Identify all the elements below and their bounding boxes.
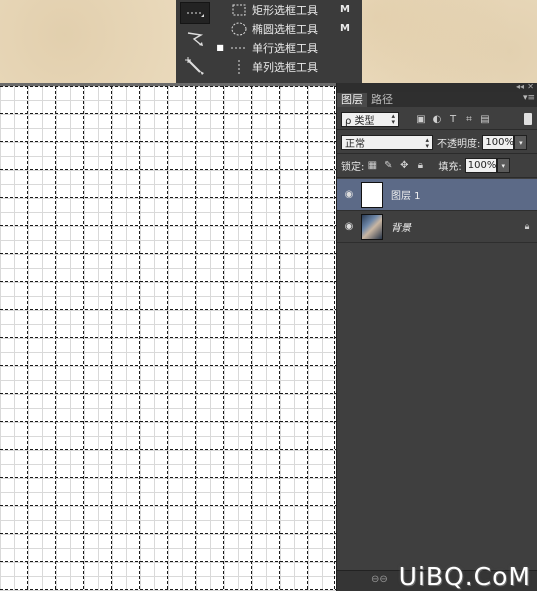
tab-paths[interactable]: 路径: [367, 93, 397, 107]
shortcut-key: M: [340, 23, 350, 34]
document-canvas[interactable]: [0, 86, 336, 591]
marquee-tools-flyout: 矩形选框工具 M 椭圆选框工具 M ■ 单行选框工具 单列选框工具: [214, 0, 362, 86]
magic-wand-tool-icon: [185, 57, 204, 75]
lock-icon: 🔒︎: [524, 221, 530, 232]
magic-wand-tool-button[interactable]: [180, 55, 210, 77]
layer-thumbnail: [361, 213, 383, 240]
flyout-item-ellipse-marquee[interactable]: 椭圆选框工具 M: [214, 19, 362, 38]
fill-input[interactable]: 100%: [464, 158, 497, 173]
flyout-item-label: 单列选框工具: [252, 60, 318, 74]
flyout-item-single-column-marquee[interactable]: 单列选框工具: [214, 57, 362, 76]
panel-menu-icon[interactable]: ▾≡: [523, 93, 535, 103]
type-filter-icon[interactable]: T: [445, 112, 461, 126]
opacity-label: 不透明度:: [437, 139, 481, 150]
opacity-input[interactable]: 100%: [482, 135, 515, 150]
flyout-item-rect-marquee[interactable]: 矩形选框工具 M: [214, 0, 362, 19]
panel-title-bar: ◂◂ ✕: [337, 82, 537, 92]
filter-row: ρ 类型 ▴ ▾ ▣ ◐ T ⌗ ▤: [337, 110, 537, 128]
single-row-marquee-icon: [231, 47, 247, 48]
shape-filter-icon[interactable]: ⌗: [461, 112, 477, 126]
lasso-tool-button[interactable]: [180, 28, 210, 50]
layers-panel: ◂◂ ✕ 图层 路径 ▾≡ ρ 类型 ▴ ▾ ▣ ◐ T ⌗ ▤ 正常 ▴ ▾ 不透…: [336, 82, 537, 591]
link-layers-icon[interactable]: ⊖⊖: [371, 574, 388, 585]
fill-value: 100%: [467, 160, 497, 171]
panel-tabs: 图层 路径 ▾≡: [337, 92, 537, 107]
visibility-eye-icon[interactable]: ◉: [337, 189, 361, 200]
blend-row: 正常 ▴ ▾ 不透明度: 100% ▾: [337, 134, 537, 151]
flyout-item-single-row-marquee[interactable]: ■ 单行选框工具: [214, 38, 362, 57]
blend-mode-value: 正常: [345, 139, 365, 150]
tools-panel: [176, 0, 215, 86]
lock-image-icon[interactable]: ✎: [380, 159, 396, 173]
selected-mark: ■: [216, 43, 224, 52]
divider: [337, 153, 537, 154]
ellipse-marquee-icon: [231, 22, 247, 35]
filter-type-select[interactable]: ρ 类型 ▴ ▾: [341, 111, 399, 127]
flyout-item-label: 矩形选框工具: [252, 3, 318, 17]
lock-all-icon[interactable]: 🔒︎: [412, 159, 428, 173]
collapse-icon[interactable]: ◂◂: [516, 82, 524, 91]
marquee-tool-button[interactable]: [180, 2, 210, 24]
adjustment-filter-icon[interactable]: ◐: [429, 112, 445, 126]
blend-mode-select[interactable]: 正常 ▴ ▾: [341, 135, 433, 150]
marquee-selection-grid: [0, 86, 336, 591]
lock-label: 锁定:: [341, 162, 365, 173]
layer-name: 图层 1: [391, 191, 421, 202]
layer-row-layer1[interactable]: ◉ 图层 1: [337, 179, 537, 211]
pixel-filter-icon[interactable]: ▣: [413, 112, 429, 126]
rect-marquee-icon: [232, 4, 246, 15]
flyout-item-label: 单行选框工具: [252, 41, 318, 55]
filter-type-label: ρ 类型: [345, 115, 375, 127]
lock-transparent-icon[interactable]: ▦: [364, 159, 380, 173]
fill-dropdown-button[interactable]: ▾: [496, 158, 510, 173]
layer-row-background[interactable]: ◉ 背景 🔒︎: [337, 211, 537, 243]
tab-layers[interactable]: 图层: [337, 93, 367, 107]
watermark-text: UiBQ.CoM: [398, 562, 531, 591]
smart-object-filter-icon[interactable]: ▤: [477, 112, 493, 126]
divider: [337, 177, 537, 178]
divider: [337, 129, 537, 130]
close-icon[interactable]: ✕: [527, 82, 534, 91]
fill-label: 填充:: [438, 162, 462, 173]
lock-position-icon[interactable]: ✥: [396, 159, 412, 173]
layer-name: 背景: [391, 223, 411, 234]
stepper-icon: ▴ ▾: [425, 135, 429, 150]
opacity-dropdown-button[interactable]: ▾: [514, 135, 528, 150]
lock-row: 锁定: ▦ ✎ ✥ 🔒︎ 填充: 100% ▾: [337, 157, 537, 174]
single-column-marquee-icon: [238, 59, 240, 74]
lasso-tool-icon: [187, 32, 204, 46]
filter-icons: ▣ ◐ T ⌗ ▤: [413, 112, 493, 126]
stepper-icon: ▴ ▾: [391, 112, 395, 126]
opacity-value: 100%: [485, 137, 514, 148]
layer-thumbnail: [361, 181, 383, 208]
visibility-eye-icon[interactable]: ◉: [337, 221, 361, 232]
flyout-item-label: 椭圆选框工具: [252, 22, 318, 36]
filter-toggle-icon[interactable]: [524, 113, 532, 125]
shortcut-key: M: [340, 4, 350, 15]
marquee-tool-icon: [187, 12, 204, 17]
